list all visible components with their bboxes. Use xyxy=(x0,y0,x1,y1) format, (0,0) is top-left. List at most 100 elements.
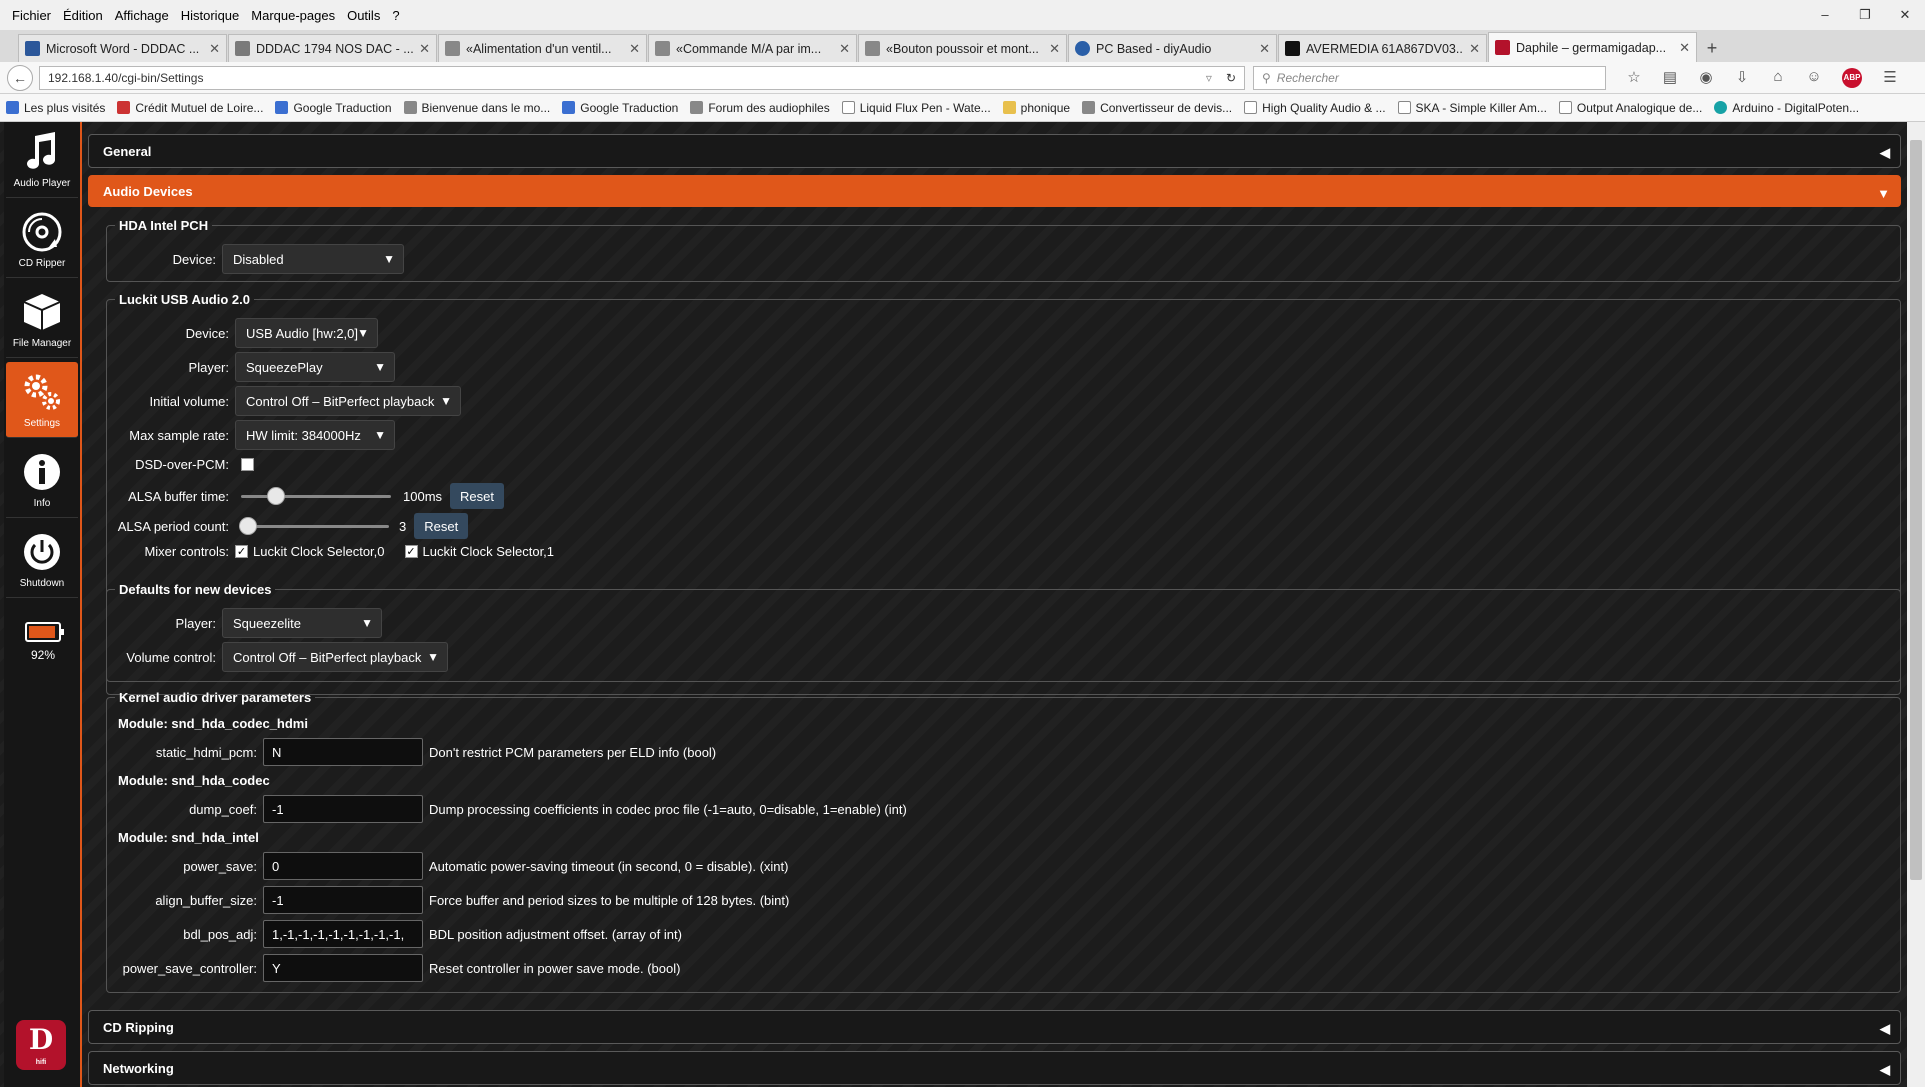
minimize-icon[interactable]: – xyxy=(1805,0,1845,30)
luckit-device-select[interactable]: USB Audio [hw:2,0] ▼ xyxy=(235,318,378,348)
search-input[interactable]: ⚲ Rechercher xyxy=(1253,65,1606,90)
bookmark-item[interactable]: Liquid Flux Pen - Wate... xyxy=(841,101,991,115)
tab-close-icon[interactable]: ✕ xyxy=(1679,40,1690,56)
defaults-player-select[interactable]: Squeezelite ▼ xyxy=(222,608,382,638)
menu-edition[interactable]: Édition xyxy=(57,8,109,23)
section-general[interactable]: General ◀ xyxy=(88,134,1901,168)
browser-tab[interactable]: «Bouton poussoir et mont... ✕ xyxy=(858,34,1067,62)
browser-tab[interactable]: Microsoft Word - DDDAC ... ✕ xyxy=(18,34,227,62)
page-scrollbar[interactable] xyxy=(1907,122,1925,1087)
bookmark-label: Forum des audiophiles xyxy=(708,100,830,115)
menu-help[interactable]: ? xyxy=(386,8,405,23)
bookmark-item[interactable]: phonique xyxy=(1002,101,1070,115)
sidebar-item-shutdown[interactable]: Shutdown xyxy=(6,522,78,598)
static-hdmi-pcm-input[interactable]: N xyxy=(263,738,423,766)
bookmark-item[interactable]: High Quality Audio & ... xyxy=(1244,101,1386,115)
fieldset-title: HDA Intel PCH xyxy=(119,218,209,233)
period-count-slider[interactable] xyxy=(239,517,389,535)
bookmark-star-icon[interactable]: ☆ xyxy=(1616,68,1652,88)
bookmark-item[interactable]: Convertisseur de devis... xyxy=(1082,101,1232,115)
sidebar-item-cd-ripper[interactable]: CD Ripper xyxy=(6,202,78,278)
param-description: Don't restrict PCM parameters per ELD in… xyxy=(429,744,717,760)
chat-icon[interactable]: ☺ xyxy=(1796,68,1832,88)
buffer-reset-button[interactable]: Reset xyxy=(450,483,504,509)
menu-marque-pages[interactable]: Marque-pages xyxy=(245,8,341,23)
bookmarks-bar: Les plus visités Crédit Mutuel de Loire.… xyxy=(0,94,1925,122)
url-dropdown-icon[interactable]: ▿ xyxy=(1206,71,1212,85)
browser-tab-active[interactable]: Daphile – germamigadap... ✕ xyxy=(1488,32,1697,62)
param-description: Reset controller in power save mode. (bo… xyxy=(429,960,681,976)
bookmark-item[interactable]: Output Analogique de... xyxy=(1558,101,1702,115)
bookmark-item[interactable]: Google Traduction xyxy=(275,101,392,115)
tab-close-icon[interactable]: ✕ xyxy=(1469,41,1480,57)
browser-tab[interactable]: «Commande M/A par im... ✕ xyxy=(648,34,857,62)
url-bar[interactable]: 192.168.1.40/cgi-bin/Settings ▿ ↻ xyxy=(39,65,1245,90)
browser-tab[interactable]: DDDAC 1794 NOS DAC - ... ✕ xyxy=(228,34,437,62)
defaults-volume-select[interactable]: Control Off – BitPerfect playback ▼ xyxy=(222,642,448,672)
home-icon[interactable]: ⌂ xyxy=(1760,68,1796,88)
sidebar-item-audio-player[interactable]: Audio Player xyxy=(6,122,78,198)
restore-icon[interactable]: ❐ xyxy=(1845,0,1885,30)
slider-handle[interactable] xyxy=(267,487,286,505)
mixer-checkbox-1[interactable]: ✓ xyxy=(404,545,418,558)
new-tab-button[interactable]: + xyxy=(1698,34,1726,62)
power-save-input[interactable]: 0 xyxy=(263,852,423,880)
info-icon xyxy=(20,450,64,494)
pocket-icon[interactable]: ◉ xyxy=(1688,68,1724,88)
param-row: align_buffer_size: -1 Force buffer and p… xyxy=(88,886,789,914)
adblock-icon[interactable]: ABP xyxy=(1842,67,1862,88)
hda-device-select[interactable]: Disabled ▼ xyxy=(222,244,404,274)
scrollbar-thumb[interactable] xyxy=(1910,140,1922,880)
menu-outils[interactable]: Outils xyxy=(341,8,386,23)
buffer-time-slider[interactable] xyxy=(241,487,391,505)
browser-tab[interactable]: PC Based - diyAudio ✕ xyxy=(1068,34,1277,62)
bookmark-label: Crédit Mutuel de Loire... xyxy=(135,100,264,115)
period-reset-button[interactable]: Reset xyxy=(414,513,469,539)
slider-handle[interactable] xyxy=(239,517,257,535)
menu-historique[interactable]: Historique xyxy=(175,8,246,23)
reading-list-icon[interactable]: ▤ xyxy=(1652,68,1688,88)
section-networking[interactable]: Networking ◀ xyxy=(88,1051,1901,1085)
slider-track xyxy=(239,525,389,528)
bookmark-item[interactable]: Google Traduction xyxy=(562,101,678,115)
download-icon[interactable]: ⇩ xyxy=(1724,68,1760,88)
luckit-player-select[interactable]: SqueezePlay ▼ xyxy=(235,352,395,382)
bookmark-item[interactable]: Arduino - DigitalPoten... xyxy=(1714,101,1859,115)
align-buffer-size-input[interactable]: -1 xyxy=(263,886,423,914)
section-audio-devices[interactable]: Audio Devices ▼ xyxy=(88,175,1901,207)
tab-close-icon[interactable]: ✕ xyxy=(1259,41,1270,57)
bookmark-item[interactable]: Bienvenue dans le mo... xyxy=(403,101,550,115)
bdl-pos-adj-input[interactable]: 1,-1,-1,-1,-1,-1,-1,-1,-1, xyxy=(263,920,423,948)
close-icon[interactable]: ✕ xyxy=(1885,0,1925,30)
menu-fichier[interactable]: Fichier xyxy=(6,8,57,23)
sidebar-item-file-manager[interactable]: File Manager xyxy=(6,282,78,358)
tab-close-icon[interactable]: ✕ xyxy=(629,41,640,57)
tab-close-icon[interactable]: ✕ xyxy=(209,41,220,57)
section-cd-ripping[interactable]: CD Ripping ◀ xyxy=(88,1010,1901,1044)
hamburger-menu-icon[interactable]: ☰ xyxy=(1872,68,1908,88)
browser-tab[interactable]: AVERMEDIA 61A867DV03... ✕ xyxy=(1278,34,1487,62)
bookmark-icon xyxy=(562,101,576,114)
luckit-device-row: Device: USB Audio [hw:2,0] ▼ xyxy=(88,318,378,348)
browser-tab[interactable]: «Alimentation d'un ventil... ✕ xyxy=(438,34,647,62)
power-save-controller-input[interactable]: Y xyxy=(263,954,423,982)
bookmark-item[interactable]: SKA - Simple Killer Am... xyxy=(1397,101,1547,115)
luckit-initial-volume-select[interactable]: Control Off – BitPerfect playback ▼ xyxy=(235,386,461,416)
sidebar-item-settings[interactable]: Settings xyxy=(6,362,78,438)
tab-close-icon[interactable]: ✕ xyxy=(419,41,430,57)
menu-affichage[interactable]: Affichage xyxy=(109,8,175,23)
back-icon[interactable]: ← xyxy=(7,64,33,91)
bookmark-item[interactable]: Les plus visités xyxy=(6,101,105,115)
tab-close-icon[interactable]: ✕ xyxy=(1049,41,1060,57)
sidebar-item-info[interactable]: Info xyxy=(6,442,78,518)
dsd-over-pcm-checkbox[interactable] xyxy=(241,458,254,471)
dump-coef-input[interactable]: -1 xyxy=(263,795,423,823)
luckit-max-rate-select[interactable]: HW limit: 384000Hz ▼ xyxy=(235,420,395,450)
mixer-checkbox-0[interactable]: ✓ xyxy=(235,545,248,558)
reload-icon[interactable]: ↻ xyxy=(1226,71,1236,85)
input-value: N xyxy=(272,744,282,760)
tab-close-icon[interactable]: ✕ xyxy=(839,41,850,57)
bookmark-item[interactable]: Crédit Mutuel de Loire... xyxy=(117,101,263,115)
bookmark-icon xyxy=(1558,101,1572,114)
bookmark-item[interactable]: Forum des audiophiles xyxy=(690,100,830,115)
